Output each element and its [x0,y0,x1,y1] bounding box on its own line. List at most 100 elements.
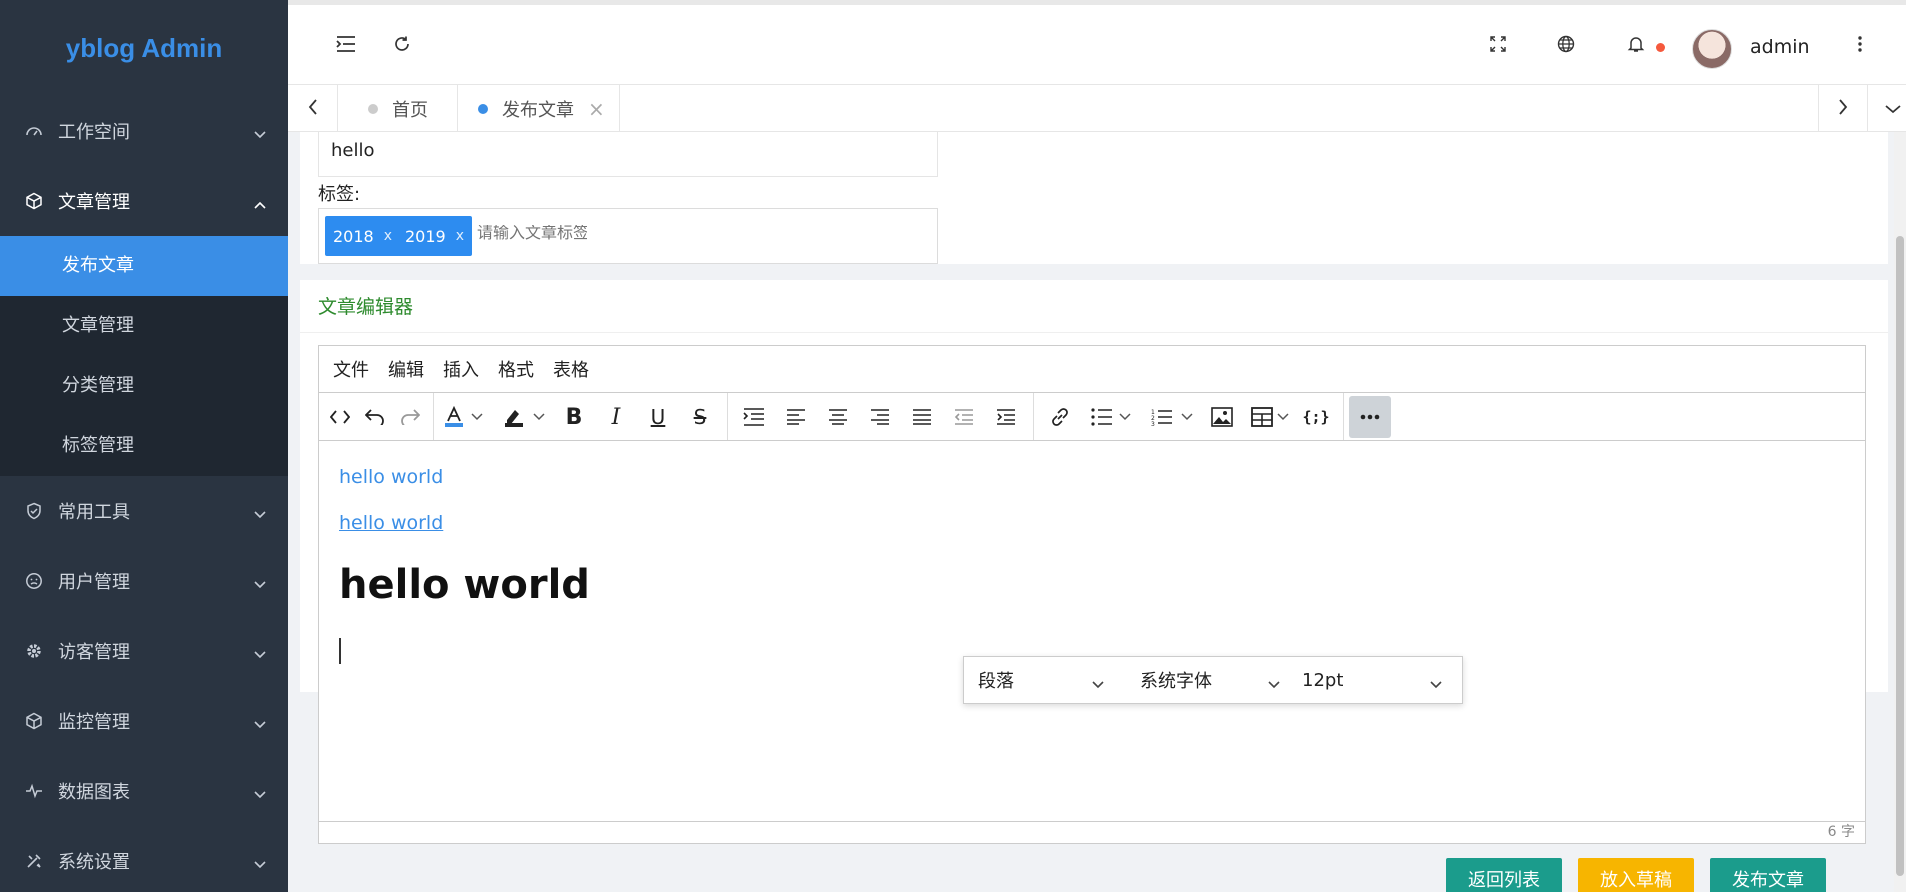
word-count: 6 字 [1827,824,1855,840]
chevron-down-icon [254,503,266,524]
editor-content-area[interactable]: hello world hello world hello world [319,442,1865,822]
tag-remove-icon[interactable]: x [456,228,464,244]
undo-icon[interactable] [358,400,392,434]
back-to-list-button[interactable]: 返回列表 [1446,858,1562,892]
tag-remove-icon[interactable]: x [384,228,392,244]
redo-icon[interactable] [393,400,427,434]
publish-button[interactable]: 发布文章 [1710,858,1826,892]
highlight-color-icon[interactable] [497,400,531,434]
pulse-icon [24,781,44,801]
chevron-down-icon [1885,99,1901,118]
chevron-down-icon [254,573,266,594]
toolbar-separator [1033,393,1034,440]
save-draft-button[interactable]: 放入草稿 [1578,858,1694,892]
cube-icon [24,191,44,211]
chevron-down-icon[interactable] [1117,400,1133,434]
chevron-down-icon[interactable] [1275,400,1291,434]
tags-label: 标签: [318,184,361,205]
sidebar-item-users[interactable]: 用户管理 [0,546,288,616]
tag-input[interactable] [477,225,587,243]
article-title-input[interactable]: hello [318,132,938,177]
bullet-list-icon[interactable] [1085,400,1119,434]
strikethrough-icon[interactable]: S [683,400,717,434]
divider [300,332,1888,333]
fullscreen-icon[interactable] [1486,32,1510,56]
chevron-down-icon[interactable] [1179,400,1195,434]
sidebar-subitem-category-manage[interactable]: 分类管理 [0,356,288,416]
scrollbar-thumb[interactable] [1896,236,1904,876]
sidebar-item-settings[interactable]: 系统设置 [0,826,288,892]
cube-icon [24,711,44,731]
sidebar-item-label: 监控管理 [58,712,130,733]
chevron-down-icon[interactable] [531,400,547,434]
code-sample-icon[interactable]: {;} [1299,400,1333,434]
chevron-right-icon [1838,98,1848,119]
block-format-select[interactable]: 段落 [978,657,1104,703]
tabs-scroll-right-button[interactable] [1818,85,1868,132]
refresh-icon[interactable] [390,32,414,56]
bell-icon[interactable] [1624,32,1648,56]
align-right-icon[interactable] [863,400,897,434]
more-vertical-icon[interactable] [1848,32,1872,56]
sidebar-subitem-publish[interactable]: 发布文章 [0,236,288,296]
sidebar-item-tools[interactable]: 常用工具 [0,476,288,546]
more-horizontal-icon[interactable] [1349,396,1391,438]
sidebar-item-visitors[interactable]: 访客管理 [0,616,288,686]
align-left-icon[interactable] [779,400,813,434]
menu-insert[interactable]: 插入 [443,356,479,382]
close-icon[interactable]: × [588,97,605,121]
article-meta-card: hello 标签: 2018 x 2019 x [300,132,1888,264]
link-icon[interactable] [1043,400,1077,434]
source-code-icon[interactable] [323,400,357,434]
select-value: 段落 [978,671,1014,692]
sidebar-item-articles[interactable]: 文章管理 [0,166,288,236]
line-height-icon[interactable] [737,400,771,434]
sidebar-item-monitor[interactable]: 监控管理 [0,686,288,756]
tabs-scroll-left-button[interactable] [288,85,338,132]
indent-icon[interactable] [989,400,1023,434]
avatar[interactable] [1692,29,1732,69]
menu-file[interactable]: 文件 [333,356,369,382]
italic-icon[interactable]: I [599,400,633,434]
image-icon[interactable] [1205,400,1239,434]
chevron-down-icon[interactable] [469,400,485,434]
align-center-icon[interactable] [821,400,855,434]
menu-edit[interactable]: 编辑 [388,356,424,382]
sidebar-subitem-article-manage[interactable]: 文章管理 [0,296,288,356]
bold-icon[interactable]: B [557,400,591,434]
tags-input-box[interactable]: 2018 x 2019 x [318,208,938,264]
toolbar-overflow-popover: 段落 系统字体 12pt [963,656,1463,704]
content-link[interactable]: hello world [339,512,1845,534]
text-color-icon[interactable] [437,400,471,434]
align-justify-icon[interactable] [905,400,939,434]
font-family-select[interactable]: 系统字体 [1140,657,1280,703]
tabs-bar: 首页 发布文章 × [288,84,1906,132]
content-heading: hello world [339,562,590,608]
editor-menubar: 文件 编辑 插入 格式 表格 [319,346,1865,393]
tab-home[interactable]: 首页 [338,85,458,132]
menu-table[interactable]: 表格 [553,356,589,382]
menu-format[interactable]: 格式 [498,356,534,382]
chevron-down-icon [1092,673,1104,694]
chevron-down-icon [254,643,266,664]
tab-publish-article[interactable]: 发布文章 × [458,85,620,132]
outdent-icon[interactable] [947,400,981,434]
toolbar-separator [1343,393,1344,440]
username[interactable]: admin [1750,36,1810,58]
sidebar-item-label: 访客管理 [58,642,130,663]
tabs-dropdown-button[interactable] [1868,85,1906,132]
sidebar-item-workspace[interactable]: 工作空间 [0,96,288,166]
page-scrollbar[interactable] [1894,132,1906,892]
editor-statusbar: 6 字 [319,821,1865,843]
numbered-list-icon[interactable]: 123 [1145,400,1179,434]
underline-icon[interactable]: U [641,400,675,434]
globe-icon[interactable] [1554,32,1578,56]
sidebar-item-charts[interactable]: 数据图表 [0,756,288,826]
table-icon[interactable] [1245,400,1279,434]
sidebar-subitem-tag-manage[interactable]: 标签管理 [0,416,288,476]
font-size-select[interactable]: 12pt [1302,657,1442,703]
dashboard-icon [24,121,44,141]
gear-icon [24,641,44,661]
sidebar-item-label: 常用工具 [58,502,130,523]
menu-fold-icon[interactable] [334,32,358,56]
